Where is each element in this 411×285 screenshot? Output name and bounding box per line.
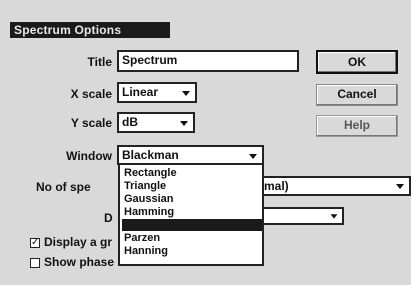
window-select[interactable]: Blackman (117, 145, 264, 165)
window-dropdown-list: Rectangle Triangle Gaussian Hamming Blac… (118, 163, 264, 266)
dialog-titlebar: Spectrum Options (10, 22, 170, 38)
yscale-label: Y scale (70, 116, 112, 130)
window-option-triangle[interactable]: Triangle (122, 180, 262, 192)
window-option-blackman[interactable]: Blackman (122, 219, 262, 231)
chevron-down-icon (180, 121, 188, 126)
window-option-hamming[interactable]: Hamming (122, 206, 262, 218)
window-option-hanning[interactable]: Hanning (122, 245, 262, 257)
chevron-down-icon (249, 154, 257, 159)
window-value: Blackman (122, 148, 179, 162)
xscale-select[interactable]: Linear (117, 82, 197, 103)
window-option-rectangle[interactable]: Rectangle (122, 167, 262, 179)
cancel-button[interactable]: Cancel (316, 84, 398, 106)
show-phase-label: Show phase (44, 255, 115, 269)
title-label: Title (87, 55, 112, 69)
d-select[interactable] (262, 207, 344, 225)
averaging-value: mal) (264, 179, 289, 193)
title-field[interactable]: Spectrum (117, 50, 299, 72)
chevron-down-icon (396, 184, 404, 189)
no-of-spectra-label: No of spe (36, 180, 91, 194)
spectrum-options-dialog: Spectrum Options Title Spectrum X scale … (0, 0, 411, 285)
display-grid-label: Display a gr (44, 235, 113, 249)
chevron-down-icon (182, 91, 190, 96)
ok-button[interactable]: OK (316, 50, 398, 74)
window-option-gaussian[interactable]: Gaussian (122, 193, 262, 205)
chevron-down-icon (330, 214, 338, 219)
title-field-value: Spectrum (122, 53, 178, 67)
show-phase-checkbox[interactable] (30, 258, 40, 268)
yscale-value: dB (122, 115, 138, 129)
help-button[interactable]: Help (316, 115, 398, 137)
display-grid-checkbox[interactable]: ✓ (30, 238, 40, 248)
checkmark-icon: ✓ (31, 237, 40, 248)
d-label: D (104, 211, 113, 225)
averaging-select[interactable]: mal) (262, 176, 411, 196)
window-label: Window (66, 149, 112, 163)
yscale-select[interactable]: dB (117, 112, 195, 133)
xscale-value: Linear (122, 85, 159, 99)
xscale-label: X scale (70, 87, 112, 101)
window-option-parzen[interactable]: Parzen (122, 232, 262, 244)
dialog-title: Spectrum Options (14, 23, 122, 37)
